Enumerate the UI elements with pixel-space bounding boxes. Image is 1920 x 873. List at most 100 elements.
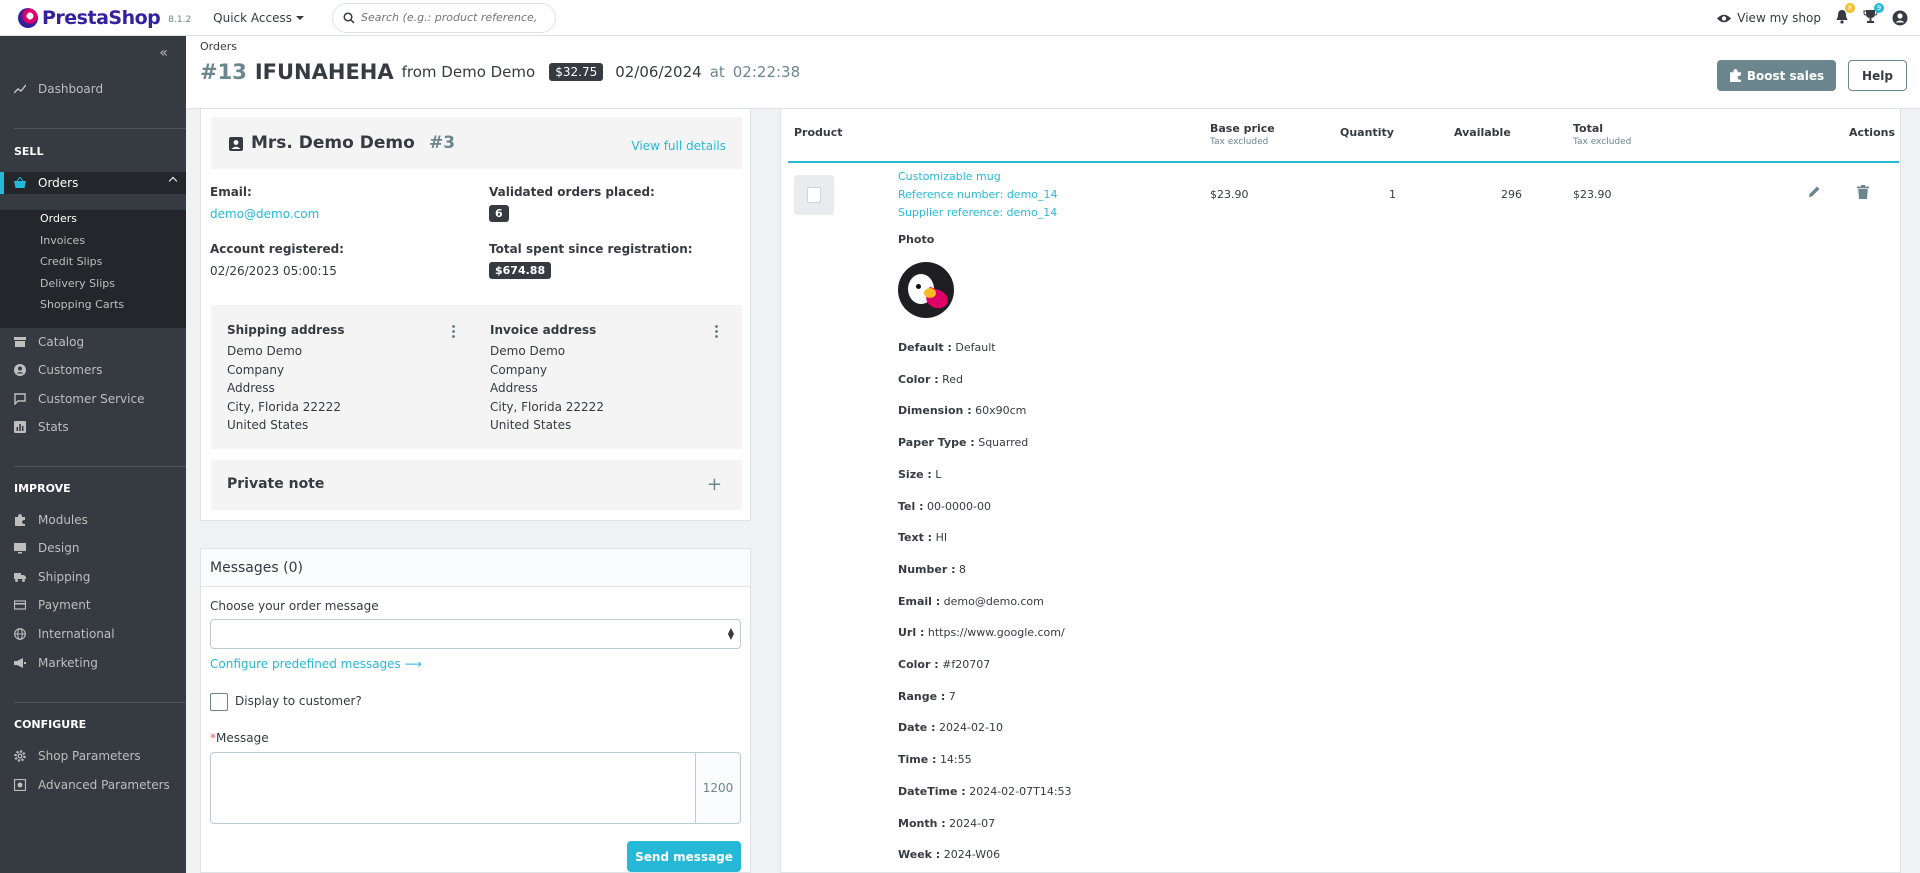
sidebar-item-dashboard[interactable]: Dashboard xyxy=(0,78,186,100)
breadcrumb[interactable]: Orders xyxy=(200,40,237,53)
col-total: Total Tax excluded xyxy=(1573,122,1631,147)
col-base-price-label: Base price xyxy=(1210,122,1275,135)
product-quantity: 1 xyxy=(1389,188,1396,201)
boost-sales-button[interactable]: Boost sales xyxy=(1717,60,1836,91)
sidebar-item-label: Advanced Parameters xyxy=(38,778,170,792)
plus-icon[interactable]: + xyxy=(707,474,722,495)
invoice-address-menu-icon[interactable] xyxy=(715,324,718,338)
credit-card-icon xyxy=(14,600,26,610)
submenu-item-shopping-carts[interactable]: Shopping Carts xyxy=(40,298,124,311)
puffin-logo-icon xyxy=(18,7,38,28)
submenu-item-invoices[interactable]: Invoices xyxy=(40,234,85,247)
attribute-key: Range : xyxy=(898,689,946,703)
validated-orders-label: Validated orders placed: xyxy=(489,185,655,199)
sidebar-item-label: International xyxy=(38,627,115,641)
attribute-value: Default xyxy=(955,341,996,354)
order-number: #13 xyxy=(200,60,247,84)
choose-message-label: Choose your order message xyxy=(210,599,379,613)
message-textarea[interactable] xyxy=(210,752,695,824)
display-to-customer-label: Display to customer? xyxy=(235,694,362,708)
user-account-icon[interactable] xyxy=(1892,10,1908,26)
page-title: #13 IFUNAHEHA from Demo Demo $32.75 02/0… xyxy=(200,60,800,84)
shipping-address-menu-icon[interactable] xyxy=(452,324,455,338)
sidebar-item-advanced-parameters[interactable]: Advanced Parameters xyxy=(0,774,186,796)
search-box[interactable] xyxy=(332,2,556,33)
order-message-select[interactable]: ▲ ▼ xyxy=(210,619,741,649)
private-note-box[interactable]: Private note + xyxy=(211,460,742,510)
sidebar-item-stats[interactable]: Stats xyxy=(0,416,186,438)
col-base-price-sub: Tax excluded xyxy=(1210,137,1269,147)
edit-pencil-icon[interactable] xyxy=(1807,185,1821,199)
basket-icon xyxy=(14,177,26,188)
product-name-link[interactable]: Customizable mug xyxy=(898,170,1001,183)
sidebar-item-label: Stats xyxy=(38,420,69,434)
sidebar-item-label: Shipping xyxy=(38,570,91,584)
sidebar-item-label: Customer Service xyxy=(38,392,145,406)
configure-messages-link[interactable]: Configure predefined messages ⟶ xyxy=(210,657,422,671)
attribute-value: demo@demo.com xyxy=(943,594,1044,608)
divider xyxy=(14,466,186,467)
search-input[interactable] xyxy=(361,11,541,24)
sidebar-item-international[interactable]: International xyxy=(0,623,186,645)
help-button[interactable]: Help xyxy=(1848,60,1907,91)
email-label: Email: xyxy=(210,185,252,199)
quick-access-dropdown[interactable]: Quick Access xyxy=(213,11,304,25)
header-right: View my shop 8 9 xyxy=(1716,0,1908,36)
attribute-key: Number : xyxy=(898,562,956,576)
customer-email-link[interactable]: demo@demo.com xyxy=(210,207,319,221)
attribute-key: Week : xyxy=(898,848,941,862)
sidebar-item-label: Modules xyxy=(38,513,88,527)
gear-icon xyxy=(14,750,26,762)
truck-icon xyxy=(14,573,26,582)
notifications-button[interactable]: 8 xyxy=(1835,2,1855,28)
attribute-key: Color : xyxy=(898,372,939,386)
product-reference[interactable]: Reference number: demo_14 xyxy=(898,188,1058,201)
orders-submenu: Orders Invoices Credit Slips Delivery Sl… xyxy=(0,210,186,328)
customer-header: Mrs. Demo Demo #3 View full details xyxy=(211,117,742,169)
col-total-label: Total xyxy=(1573,122,1604,135)
mug-image xyxy=(807,187,821,203)
view-my-shop-link[interactable]: View my shop xyxy=(1716,11,1821,25)
sidebar-item-shipping[interactable]: Shipping xyxy=(0,566,186,588)
orders-notification-count: 9 xyxy=(1874,2,1884,13)
sidebar-item-payment[interactable]: Payment xyxy=(0,594,186,616)
submenu-item-orders[interactable]: Orders xyxy=(40,212,77,225)
product-supplier-reference[interactable]: Supplier reference: demo_14 xyxy=(898,206,1057,219)
delete-trash-icon[interactable] xyxy=(1857,185,1869,199)
sidebar-item-customers[interactable]: Customers xyxy=(0,359,186,381)
submenu-item-delivery-slips[interactable]: Delivery Slips xyxy=(40,277,115,290)
prestashop-logo[interactable]: PrestaShop 8.1.2 xyxy=(18,7,191,29)
quick-access-label: Quick Access xyxy=(213,10,292,25)
customization-attribute: Text : HI xyxy=(898,531,947,544)
messages-title: Messages (0) xyxy=(210,560,303,576)
product-total: $23.90 xyxy=(1573,188,1612,201)
view-full-details-link[interactable]: View full details xyxy=(631,139,726,153)
settings-box-icon xyxy=(14,779,26,791)
sidebar-item-design[interactable]: Design xyxy=(0,537,186,559)
megaphone-icon xyxy=(14,658,26,668)
collapse-sidebar-icon[interactable]: « xyxy=(159,45,168,61)
trending-up-icon xyxy=(14,84,26,94)
header-underline xyxy=(788,161,1899,163)
sidebar-item-orders[interactable]: Orders xyxy=(0,172,186,194)
sidebar-item-catalog[interactable]: Catalog xyxy=(0,331,186,353)
sidebar-item-label: Catalog xyxy=(38,335,85,349)
sidebar-item-shop-parameters[interactable]: Shop Parameters xyxy=(0,745,186,767)
orders-notifications-button[interactable]: 9 xyxy=(1863,2,1884,28)
customization-attribute: Time : 14:55 xyxy=(898,753,972,766)
sidebar-item-customer-service[interactable]: Customer Service xyxy=(0,388,186,410)
sidebar-item-label: Payment xyxy=(38,598,91,612)
notification-count: 8 xyxy=(1845,2,1855,13)
attribute-value: Red xyxy=(942,372,964,386)
display-to-customer-checkbox[interactable] xyxy=(210,693,228,711)
send-message-button[interactable]: Send message xyxy=(627,841,741,872)
col-actions: Actions xyxy=(1849,126,1895,139)
attribute-value: 2024-W06 xyxy=(943,848,1001,862)
sidebar-item-modules[interactable]: Modules xyxy=(0,509,186,531)
attribute-value: #f20707 xyxy=(942,658,991,671)
account-box-icon xyxy=(229,137,243,151)
sidebar-item-marketing[interactable]: Marketing xyxy=(0,652,186,674)
customer-id: #3 xyxy=(429,133,456,153)
submenu-item-credit-slips[interactable]: Credit Slips xyxy=(40,255,102,268)
customization-attribute: Range : 7 xyxy=(898,690,956,703)
